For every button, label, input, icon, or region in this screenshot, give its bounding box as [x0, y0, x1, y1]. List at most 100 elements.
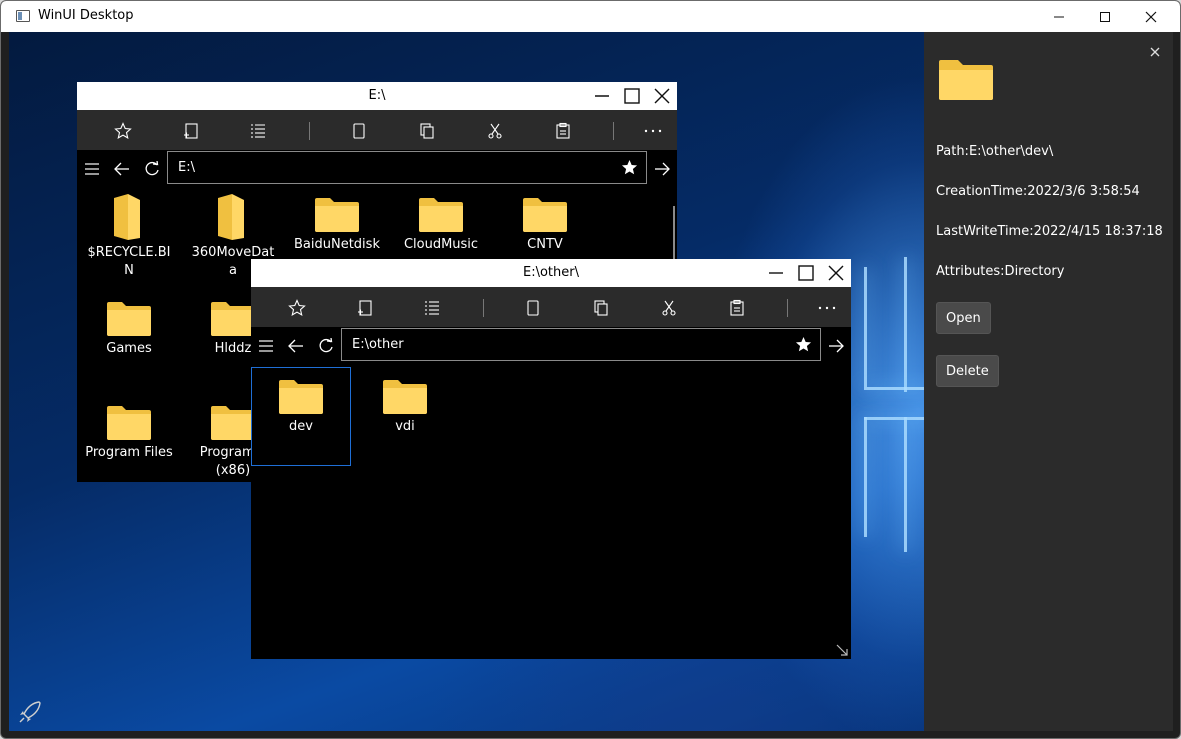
folder-label: Program Files: [85, 445, 173, 460]
toolbar-divider: [309, 122, 310, 140]
toolbar-divider: [613, 122, 614, 140]
detail-path: Path:E:\other\dev\: [936, 144, 1054, 159]
main-title-bar: WinUI Desktop: [1, 1, 1180, 32]
explorer-title: E:\other\: [523, 265, 579, 280]
folder-icon: [523, 198, 567, 232]
explorer-close-button[interactable]: [823, 261, 849, 285]
go-arrow-icon[interactable]: [651, 158, 673, 180]
cut-icon[interactable]: [658, 297, 680, 319]
toolbar-divider: [787, 299, 788, 317]
paste-icon[interactable]: [726, 297, 748, 319]
back-icon[interactable]: [285, 335, 307, 357]
maximize-button[interactable]: [1082, 1, 1128, 32]
go-arrow-icon[interactable]: [825, 335, 847, 357]
folder-icon: [939, 60, 993, 100]
copy-icon[interactable]: [416, 120, 438, 142]
address-bar[interactable]: E:\other: [341, 328, 821, 361]
close-icon: [828, 265, 844, 281]
more-icon[interactable]: [816, 297, 838, 319]
minimize-button[interactable]: [1036, 1, 1082, 32]
folder-icon: [383, 380, 427, 414]
explorer-nav-bar: E:\other: [251, 327, 851, 365]
folder-item[interactable]: CloudMusic: [391, 196, 491, 254]
explorer-nav-bar: E:\: [77, 150, 677, 188]
close-icon: [654, 88, 670, 104]
folder-item[interactable]: Games: [79, 300, 179, 358]
explorer-close-button[interactable]: [649, 84, 675, 108]
folder-item[interactable]: CNTV: [495, 196, 595, 254]
favorite-star-icon[interactable]: [621, 159, 638, 176]
close-button[interactable]: [1128, 1, 1174, 32]
close-icon: [1145, 11, 1157, 22]
folder-icon: [107, 406, 151, 440]
menu-icon[interactable]: [255, 335, 277, 357]
folder-label: vdi: [395, 419, 415, 434]
delete-button[interactable]: Delete: [936, 355, 999, 387]
rocket-icon[interactable]: [17, 699, 43, 725]
detail-last-write-time: LastWriteTime:2022/4/15 18:37:18: [936, 224, 1163, 239]
folder-open-icon: [114, 194, 140, 240]
copy-icon[interactable]: [590, 297, 612, 319]
app-title: WinUI Desktop: [38, 8, 134, 23]
refresh-icon[interactable]: [315, 335, 337, 357]
list-icon[interactable]: [247, 120, 269, 142]
folder-label: CNTV: [527, 237, 563, 252]
folder-label: Games: [106, 341, 152, 356]
blank-page-icon[interactable]: [348, 120, 370, 142]
explorer-title: E:\: [368, 88, 386, 103]
details-panel: Path:E:\other\dev\ CreationTime:2022/3/6…: [924, 32, 1173, 731]
folder-icon: [211, 406, 255, 440]
close-icon[interactable]: [1149, 46, 1161, 58]
explorer-toolbar: [251, 287, 851, 327]
explorer-minimize-button[interactable]: [589, 84, 615, 108]
star-icon[interactable]: [286, 297, 308, 319]
blank-page-icon[interactable]: [522, 297, 544, 319]
minimize-icon: [1054, 16, 1064, 17]
folder-icon: [315, 198, 359, 232]
star-icon[interactable]: [112, 120, 134, 142]
minimize-icon: [769, 272, 783, 274]
folder-item[interactable]: $RECYCLE.BI N: [79, 192, 179, 280]
detail-attributes: Attributes:Directory: [936, 264, 1065, 279]
favorite-star-icon[interactable]: [795, 336, 812, 353]
folder-label: dev: [289, 419, 313, 434]
address-text: E:\other: [352, 337, 404, 352]
folder-icon: [107, 302, 151, 336]
back-icon[interactable]: [111, 158, 133, 180]
cut-icon[interactable]: [484, 120, 506, 142]
windows-logo-wallpaper: [864, 257, 924, 557]
maximize-icon: [798, 265, 814, 281]
list-icon[interactable]: [421, 297, 443, 319]
maximize-icon: [1100, 11, 1110, 22]
menu-icon[interactable]: [81, 158, 103, 180]
more-icon[interactable]: [642, 120, 664, 142]
app-window: WinUI Desktop E:\ E:\ $RECYCLE.BI N 360M…: [0, 0, 1181, 739]
detail-creation-time: CreationTime:2022/3/6 3:58:54: [936, 184, 1140, 199]
new-item-icon[interactable]: [354, 297, 376, 319]
maximize-icon: [624, 88, 640, 104]
new-item-icon[interactable]: [180, 120, 202, 142]
address-bar[interactable]: E:\: [167, 151, 647, 184]
paste-icon[interactable]: [552, 120, 574, 142]
open-button[interactable]: Open: [936, 302, 991, 334]
explorer-title-bar: E:\other\: [251, 259, 851, 287]
folder-item[interactable]: vdi: [355, 378, 455, 436]
folder-icon: [279, 380, 323, 414]
address-text: E:\: [178, 160, 195, 175]
folder-label: BaiduNetdisk: [294, 237, 380, 252]
explorer-maximize-button[interactable]: [793, 261, 819, 285]
refresh-icon[interactable]: [141, 158, 163, 180]
minimize-icon: [595, 95, 609, 97]
folder-item[interactable]: BaiduNetdisk: [287, 196, 387, 254]
folder-icon: [211, 302, 255, 336]
folder-label: $RECYCLE.BI N: [87, 245, 171, 278]
folder-item[interactable]: Program Files: [79, 404, 179, 462]
explorer-maximize-button[interactable]: [619, 84, 645, 108]
explorer-toolbar: [77, 110, 677, 150]
explorer-window-other: E:\other\ E:\other dev vdi: [251, 259, 851, 659]
explorer-minimize-button[interactable]: [763, 261, 789, 285]
resize-grip-icon[interactable]: [836, 644, 848, 656]
folder-item-selected[interactable]: dev: [251, 367, 351, 466]
scrollbar[interactable]: [673, 206, 675, 262]
explorer-title-bar: E:\: [77, 82, 677, 110]
